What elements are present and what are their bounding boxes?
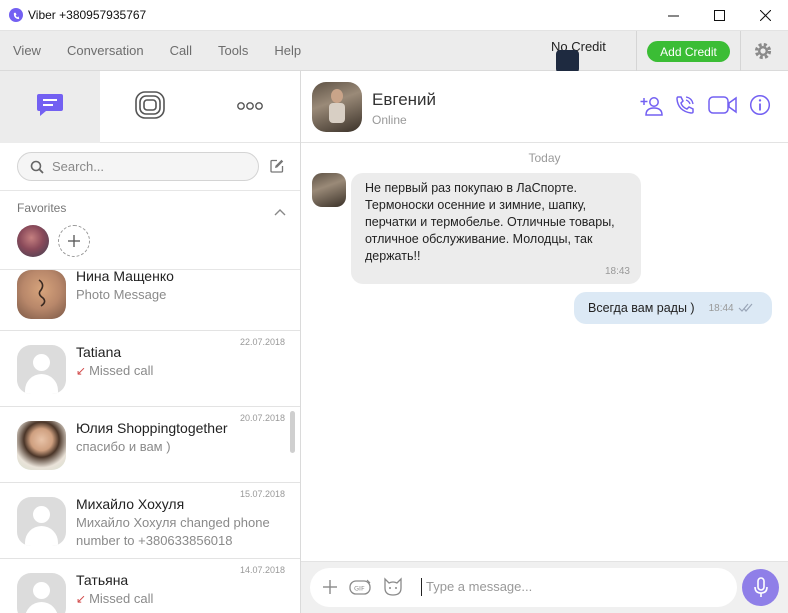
account-credit[interactable]: No Credit bbox=[545, 39, 606, 73]
menu-help[interactable]: Help bbox=[274, 43, 301, 58]
message-placeholder: Type a message... bbox=[426, 579, 533, 594]
search-placeholder: Search... bbox=[52, 159, 105, 174]
chat-preview: Missed call bbox=[89, 363, 154, 378]
favorite-avatar[interactable] bbox=[17, 225, 49, 257]
menu-tools[interactable]: Tools bbox=[218, 43, 248, 58]
chat-date: 15.07.2018 bbox=[239, 489, 285, 499]
sidebar-tabs bbox=[0, 71, 300, 143]
maximize-icon[interactable] bbox=[696, 0, 742, 31]
message-time: 18:43 bbox=[604, 266, 630, 277]
chat-name: Юлия Shoppingtogether bbox=[76, 420, 228, 436]
gear-icon[interactable] bbox=[752, 40, 774, 62]
gif-icon[interactable]: GIF bbox=[349, 579, 373, 601]
minimize-icon[interactable] bbox=[650, 0, 696, 31]
contact-avatar[interactable] bbox=[312, 82, 362, 132]
contact-status: Online bbox=[372, 113, 407, 127]
chat-preview-row: ↙ Missed call bbox=[76, 362, 281, 380]
search-icon bbox=[30, 160, 44, 174]
message-text: Не первый раз покупаю в ЛаСпорте. Термон… bbox=[365, 181, 615, 263]
missed-call-icon: ↙ bbox=[76, 364, 87, 378]
sender-avatar[interactable] bbox=[312, 173, 346, 207]
text-cursor bbox=[421, 578, 422, 596]
avatar bbox=[17, 497, 66, 546]
message-text: Всегда вам рады ) bbox=[588, 301, 695, 315]
chat-preview: Missed call bbox=[89, 591, 154, 606]
call-icon[interactable] bbox=[674, 94, 696, 121]
chat-date: 14.07.2018 bbox=[239, 565, 285, 575]
microphone-icon[interactable] bbox=[742, 569, 779, 606]
tab-stories[interactable] bbox=[100, 71, 200, 143]
chat-preview: Photo Message bbox=[76, 287, 167, 302]
chat-list-item[interactable]: 20.07.2018 Юлия Shoppingtogether спасибо… bbox=[0, 407, 300, 483]
add-credit-button[interactable]: Add Credit bbox=[647, 41, 730, 62]
favorites-section: Favorites bbox=[0, 190, 300, 270]
close-icon[interactable] bbox=[742, 0, 788, 31]
window-title: Viber +380957935767 bbox=[28, 8, 147, 22]
chat-list-item[interactable]: 22.07.2018 Tatiana ↙ Missed call bbox=[0, 331, 300, 407]
outgoing-message[interactable]: Всегда вам рады ) 18:44 bbox=[574, 292, 772, 324]
avatar bbox=[17, 270, 66, 319]
missed-call-icon: ↙ bbox=[76, 592, 87, 606]
chat-preview-row: ↙ Missed call bbox=[76, 590, 281, 608]
avatar bbox=[17, 573, 66, 613]
message-composer: GIF Type a message... bbox=[301, 561, 788, 613]
sticker-icon[interactable] bbox=[382, 577, 404, 602]
favorites-label: Favorites bbox=[17, 201, 67, 215]
message-input[interactable]: GIF Type a message... bbox=[310, 568, 737, 607]
info-icon[interactable] bbox=[749, 94, 771, 121]
chat-date: 20.07.2018 bbox=[239, 413, 285, 423]
title-bar: Viber +380957935767 bbox=[0, 0, 788, 31]
chat-list-item[interactable]: 15.07.2018 Михайло Хохуля Михайло Хохуля… bbox=[0, 483, 300, 559]
search-input[interactable]: Search... bbox=[17, 152, 259, 181]
divider bbox=[636, 31, 637, 71]
video-call-icon[interactable] bbox=[708, 94, 738, 121]
read-receipt-icon bbox=[738, 299, 754, 317]
day-separator: Today bbox=[528, 151, 561, 165]
chat-list-item[interactable]: 14.07.2018 Татьяна ↙ Missed call bbox=[0, 559, 300, 613]
menu-call[interactable]: Call bbox=[170, 43, 192, 58]
chat-preview: Михайло Хохуля changed phone number to +… bbox=[76, 515, 270, 548]
chat-name: Tatiana bbox=[76, 344, 122, 360]
viber-logo-icon bbox=[9, 8, 23, 22]
menu-conversation[interactable]: Conversation bbox=[67, 43, 144, 58]
chat-name: Михайло Хохуля bbox=[76, 496, 185, 512]
chats-icon bbox=[36, 92, 64, 123]
account-avatar bbox=[556, 50, 579, 73]
chat-list-item[interactable]: Нина Мащенко Photo Message bbox=[0, 268, 300, 331]
tab-more[interactable] bbox=[200, 71, 300, 143]
more-icon bbox=[237, 98, 263, 116]
scrollbar-thumb[interactable] bbox=[290, 411, 295, 453]
compose-icon[interactable] bbox=[270, 159, 284, 173]
chevron-up-icon[interactable] bbox=[274, 203, 286, 221]
sidebar: Search... Favorites Нина Мащенко Photo M… bbox=[0, 71, 301, 613]
add-favorite-button[interactable] bbox=[58, 225, 90, 257]
svg-text:GIF: GIF bbox=[354, 585, 365, 593]
chat-name: Татьяна bbox=[76, 572, 129, 588]
message-time: 18:44 bbox=[708, 302, 734, 314]
tab-chats[interactable] bbox=[0, 71, 100, 143]
avatar bbox=[17, 345, 66, 394]
avatar bbox=[17, 421, 66, 470]
chat-list: Нина Мащенко Photo Message 22.07.2018 Ta… bbox=[0, 268, 300, 613]
chat-name: Нина Мащенко bbox=[76, 268, 174, 284]
conversation-pane: Евгений Online Today Не первый раз покуп… bbox=[301, 71, 788, 613]
stories-icon bbox=[134, 90, 166, 125]
chat-date: 22.07.2018 bbox=[239, 337, 285, 347]
chat-preview: спасибо и вам ) bbox=[76, 439, 171, 454]
divider bbox=[740, 31, 741, 71]
add-participant-icon[interactable] bbox=[640, 94, 664, 123]
contact-name: Евгений bbox=[372, 90, 437, 109]
menu-view[interactable]: View bbox=[13, 43, 41, 58]
add-attachment-icon[interactable] bbox=[322, 579, 338, 600]
menu-bar: View Conversation Call Tools Help No Cre… bbox=[0, 31, 788, 73]
conversation-header: Евгений Online bbox=[301, 71, 788, 143]
incoming-message[interactable]: Не первый раз покупаю в ЛаСпорте. Термон… bbox=[351, 173, 641, 284]
